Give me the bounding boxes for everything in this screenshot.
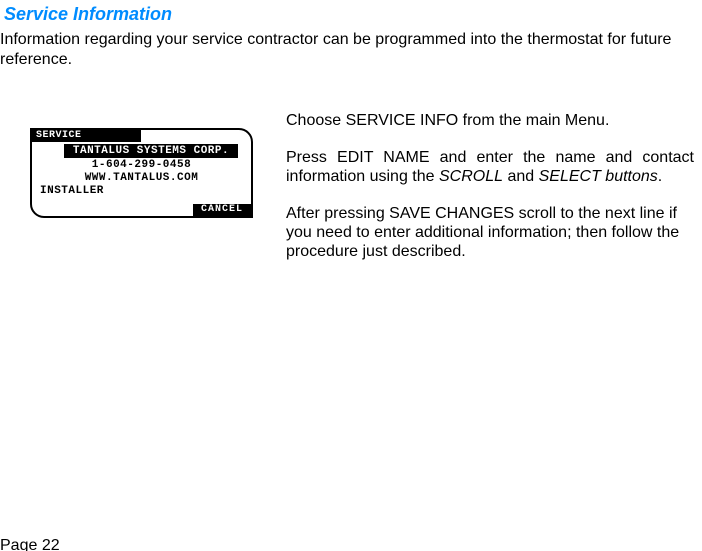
menu-installer: INSTALLER (40, 185, 104, 197)
page-number: Page 22 (0, 537, 60, 551)
emphasis-select: SELECT buttons (539, 168, 658, 185)
instruction-step-3: After pressing SAVE CHANGES scroll to th… (286, 204, 694, 261)
intro-paragraph: Information regarding your service contr… (0, 30, 695, 70)
emphasis-scroll: SCROLL (439, 168, 503, 185)
instruction-step-2: Press EDIT NAME and enter the name and c… (286, 148, 694, 186)
cancel-softkey: CANCEL (193, 204, 251, 216)
text-run: . (658, 168, 662, 185)
document-page: Service Information Information regardin… (0, 0, 702, 551)
section-heading: Service Information (4, 4, 172, 25)
menu-highlight: TANTALUS SYSTEMS CORP. (64, 144, 238, 158)
menu-phone: 1-604-299-0458 (30, 159, 253, 172)
instruction-step-1: Choose SERVICE INFO from the main Menu. (286, 111, 694, 130)
screen-title: SERVICE (32, 130, 141, 142)
menu-web: WWW.TANTALUS.COM (30, 172, 253, 185)
thermostat-screenshot: SERVICE TANTALUS SYSTEMS CORP. 1-604-299… (30, 128, 253, 218)
text-run: and (503, 168, 539, 185)
instruction-column: Choose SERVICE INFO from the main Menu. … (286, 111, 694, 279)
